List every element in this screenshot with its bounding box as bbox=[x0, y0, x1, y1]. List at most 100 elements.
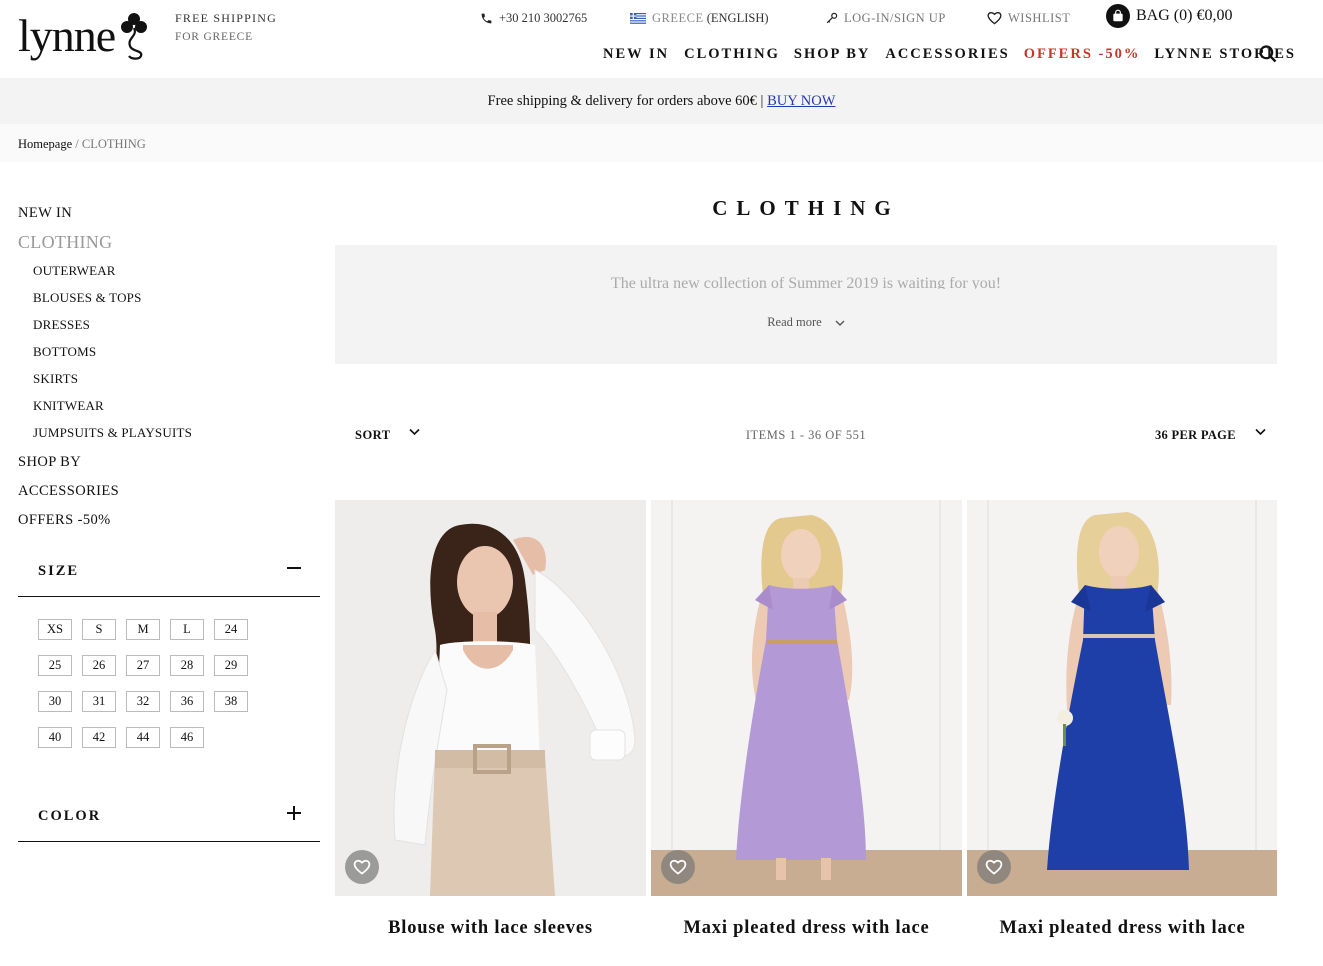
size-option[interactable]: 42 bbox=[82, 727, 116, 748]
sidebar-sub-jumpsuits[interactable]: JUMPSUITS & PLAYSUITS bbox=[18, 422, 320, 449]
sidebar-sub-outerwear[interactable]: OUTERWEAR bbox=[18, 260, 320, 287]
size-option[interactable]: 32 bbox=[126, 691, 160, 712]
size-option[interactable]: XS bbox=[38, 619, 72, 640]
breadcrumb-home[interactable]: Homepage bbox=[18, 137, 72, 151]
shopping-bag-icon bbox=[1106, 4, 1130, 28]
listing-toolbar: SORT ITEMS 1 - 36 OF 551 36 PER PAGE bbox=[335, 424, 1277, 446]
logo[interactable]: lynne bbox=[18, 10, 151, 62]
color-filter-header[interactable]: COLOR bbox=[18, 790, 320, 842]
nav-accessories[interactable]: ACCESSORIES bbox=[885, 46, 1009, 63]
sidebar-sub-knitwear[interactable]: KNITWEAR bbox=[18, 395, 320, 422]
sidebar-sub-dresses[interactable]: DRESSES bbox=[18, 314, 320, 341]
read-more-toggle[interactable]: Read more bbox=[335, 315, 1277, 331]
promo-line1: FREE SHIPPING bbox=[175, 11, 277, 25]
shipping-banner: Free shipping & delivery for orders abov… bbox=[0, 78, 1323, 124]
nav-clothing[interactable]: CLOTHING bbox=[684, 46, 780, 63]
size-option[interactable]: M bbox=[126, 619, 160, 640]
product-name[interactable]: Blouse with lace sleeves bbox=[335, 918, 646, 939]
size-option[interactable]: 28 bbox=[170, 655, 204, 676]
banner-text: Free shipping & delivery for orders abov… bbox=[487, 93, 768, 109]
add-to-wishlist-button[interactable] bbox=[977, 850, 1011, 884]
promo-line2: FOR GREECE bbox=[175, 31, 253, 43]
size-filter-title: SIZE bbox=[38, 563, 80, 579]
sidebar-sub-skirts[interactable]: SKIRTS bbox=[18, 368, 320, 395]
color-filter-title: COLOR bbox=[38, 808, 102, 824]
nav-offers[interactable]: OFFERS -50% bbox=[1024, 46, 1141, 63]
size-option[interactable]: 25 bbox=[38, 655, 72, 676]
size-option[interactable]: S bbox=[82, 619, 116, 640]
product-card[interactable]: Maxi pleated dress with lace bbox=[651, 500, 962, 938]
product-name[interactable]: Maxi pleated dress with lace bbox=[967, 918, 1278, 939]
lang-country: GREECE bbox=[652, 10, 704, 25]
key-icon bbox=[826, 12, 838, 23]
size-filter-header[interactable]: SIZE bbox=[18, 545, 320, 597]
phone-number: +30 210 3002765 bbox=[499, 10, 588, 25]
bag-link[interactable]: BAG (0) €0,00 bbox=[1106, 4, 1232, 28]
buy-now-link[interactable]: BUY NOW bbox=[767, 93, 835, 109]
sidebar-sub-blouses-tops[interactable]: BLOUSES & TOPS bbox=[18, 287, 320, 314]
per-page-dropdown[interactable]: 36 PER PAGE bbox=[1155, 428, 1236, 443]
sidebar-item-offers[interactable]: OFFERS -50% bbox=[18, 507, 320, 536]
breadcrumb-separator: / bbox=[72, 137, 82, 151]
login-label: LOG-IN/SIGN UP bbox=[844, 10, 946, 25]
greece-flag-icon bbox=[630, 12, 646, 24]
product-card[interactable]: Blouse with lace sleeves bbox=[335, 500, 646, 938]
breadcrumb-bar: Homepage / CLOTHING bbox=[0, 124, 1323, 162]
item-count: ITEMS 1 - 36 OF 551 bbox=[745, 428, 867, 442]
size-option[interactable]: 29 bbox=[214, 655, 248, 676]
size-option[interactable]: 44 bbox=[126, 727, 160, 748]
breadcrumb: Homepage / CLOTHING bbox=[18, 137, 146, 152]
sidebar-item-clothing[interactable]: CLOTHING bbox=[18, 229, 320, 260]
logo-text: lynne bbox=[18, 10, 116, 61]
chevron-down-icon bbox=[835, 316, 845, 331]
description-text: The ultra new collection of Summer 2019 … bbox=[610, 275, 1002, 289]
size-option[interactable]: 30 bbox=[38, 691, 72, 712]
sidebar-item-new-in[interactable]: NEW IN bbox=[18, 200, 320, 229]
search-icon[interactable] bbox=[1258, 44, 1278, 64]
product-name[interactable]: Maxi pleated dress with lace bbox=[651, 918, 962, 939]
nav-shop-by[interactable]: SHOP BY bbox=[794, 46, 870, 63]
minus-icon[interactable] bbox=[286, 555, 302, 581]
size-option[interactable]: 46 bbox=[170, 727, 204, 748]
size-option[interactable]: 38 bbox=[214, 691, 248, 712]
breadcrumb-current: CLOTHING bbox=[81, 137, 146, 151]
heart-icon bbox=[353, 859, 371, 875]
sidebar-sub-bottoms[interactable]: BOTTOMS bbox=[18, 341, 320, 368]
wishlist-link[interactable]: WISHLIST bbox=[987, 11, 1070, 26]
site-header: lynne FREE SHIPPING FOR GREECE +30 210 3… bbox=[0, 0, 1323, 78]
size-option[interactable]: 36 bbox=[170, 691, 204, 712]
nav-new-in[interactable]: NEW IN bbox=[603, 46, 669, 63]
add-to-wishlist-button[interactable] bbox=[661, 850, 695, 884]
heart-icon bbox=[987, 12, 1002, 25]
heart-icon bbox=[985, 859, 1003, 875]
main-nav: NEW IN CLOTHING SHOP BY ACCESSORIES OFFE… bbox=[603, 46, 1296, 63]
bag-label: BAG (0) €0,00 bbox=[1136, 7, 1233, 24]
login-link[interactable]: LOG-IN/SIGN UP bbox=[825, 11, 946, 26]
read-more-label: Read more bbox=[767, 315, 822, 329]
size-option[interactable]: 27 bbox=[126, 655, 160, 676]
heart-icon bbox=[669, 859, 687, 875]
language-selector[interactable]: GREECE (ENGLISH) bbox=[630, 11, 769, 26]
add-to-wishlist-button[interactable] bbox=[345, 850, 379, 884]
phone-icon bbox=[481, 13, 492, 23]
phone-link[interactable]: +30 210 3002765 bbox=[480, 11, 587, 26]
size-option[interactable]: 40 bbox=[38, 727, 72, 748]
free-shipping-promo: FREE SHIPPING FOR GREECE bbox=[175, 11, 277, 43]
sidebar-item-accessories[interactable]: ACCESSORIES bbox=[18, 478, 320, 507]
product-card[interactable]: Maxi pleated dress with lace bbox=[967, 500, 1278, 938]
size-option[interactable]: 26 bbox=[82, 655, 116, 676]
size-option[interactable]: L bbox=[170, 619, 204, 640]
product-image[interactable] bbox=[651, 500, 962, 896]
product-image[interactable] bbox=[967, 500, 1278, 896]
wishlist-label: WISHLIST bbox=[1008, 10, 1071, 25]
page-title: CLOTHING bbox=[712, 196, 900, 220]
size-option[interactable]: 31 bbox=[82, 691, 116, 712]
clover-logo-icon bbox=[121, 13, 148, 60]
sidebar-item-shop-by[interactable]: SHOP BY bbox=[18, 449, 320, 478]
category-description: The ultra new collection of Summer 2019 … bbox=[335, 245, 1277, 364]
product-image[interactable] bbox=[335, 500, 646, 896]
category-sidebar: NEW IN CLOTHING OUTERWEAR BLOUSES & TOPS… bbox=[18, 200, 320, 536]
chevron-down-icon[interactable] bbox=[1255, 428, 1266, 436]
size-option[interactable]: 24 bbox=[214, 619, 248, 640]
plus-icon[interactable] bbox=[286, 800, 302, 826]
